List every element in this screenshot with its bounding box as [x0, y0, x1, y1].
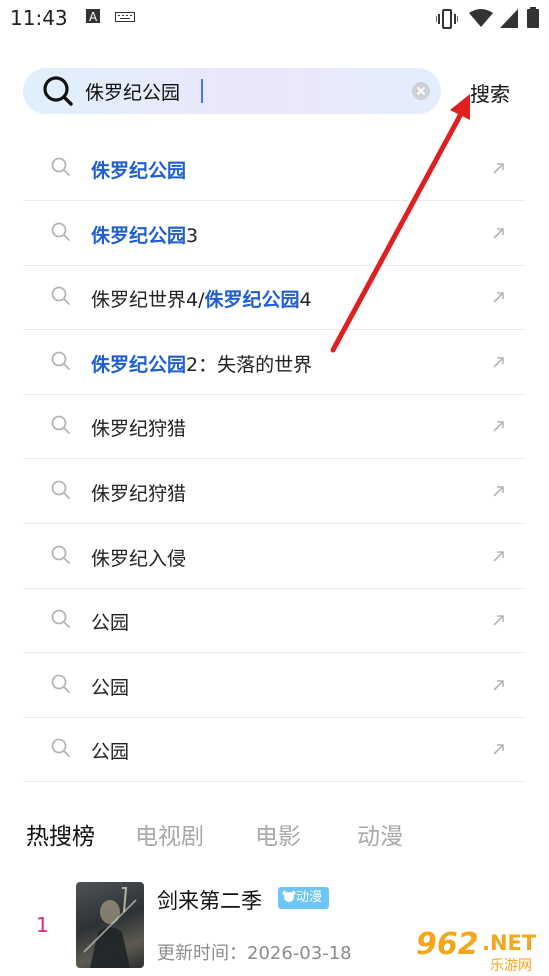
watermark-logo: 962 .NET 乐游网: [416, 927, 537, 974]
svg-text:962: 962: [416, 927, 479, 962]
svg-text:乐游网: 乐游网: [490, 958, 532, 974]
annotation-arrow: [330, 94, 470, 353]
svg-text:.NET: .NET: [482, 931, 537, 955]
